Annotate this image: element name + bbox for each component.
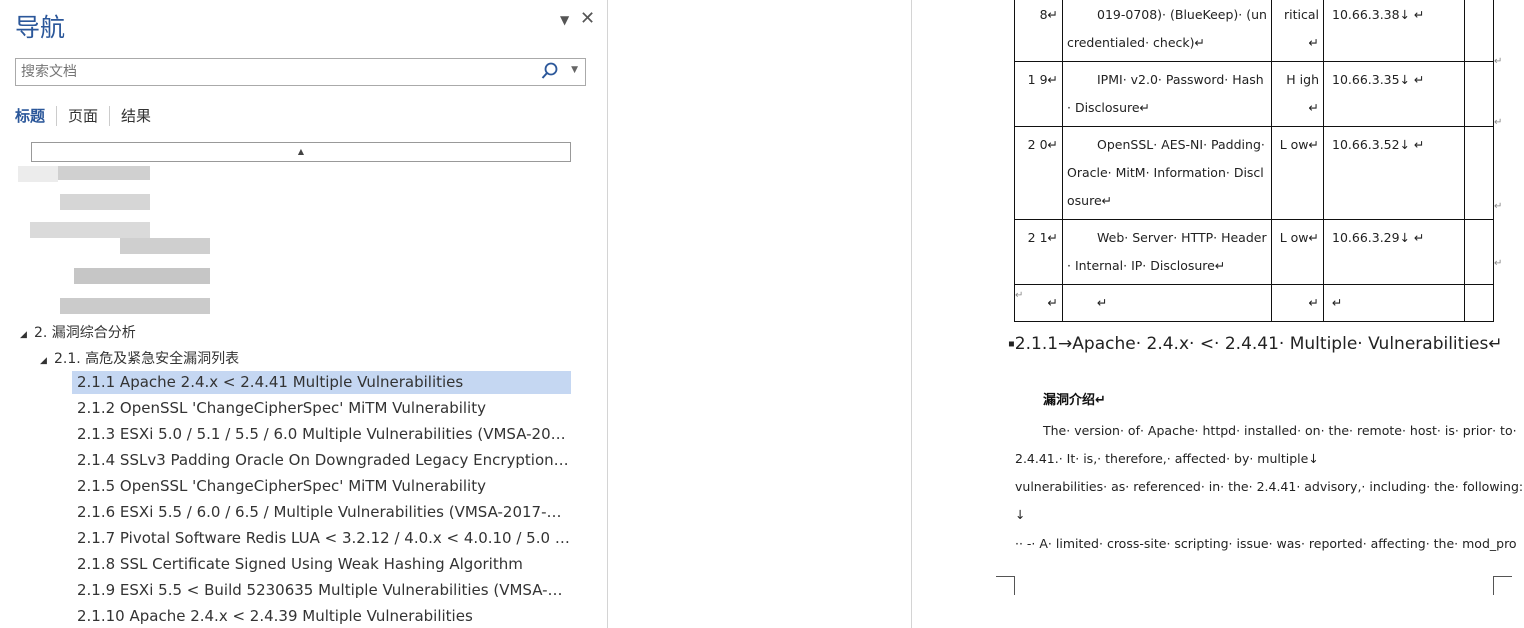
table-row: 8↵ 019-0708)· (BlueKeep)· (uncredentialed…: [1014, 0, 1494, 62]
nav-options-dropdown-icon[interactable]: ▼: [560, 13, 569, 27]
table-row: 2 0↵ OpenSSL· AES-NI· Padding· Oracle· Mi…: [1014, 126, 1494, 220]
table-row: 1 9↵ IPMI· v2.0· Password· Hash· Disclosu…: [1014, 61, 1494, 127]
section-heading-text: 2.1.1→Apache· 2.4.x· <· 2.4.41· Multiple…: [1014, 334, 1503, 354]
table-cell-ip[interactable]: 10.66.3.29↓ ↵: [1323, 219, 1465, 285]
close-icon[interactable]: ✕: [580, 8, 595, 29]
tree-item-2-1-3[interactable]: 2.1.3 ESXi 5.0 / 5.1 / 5.5 / 6.0 Multipl…: [77, 423, 571, 446]
paragraph-mark: ↵: [1015, 290, 1024, 301]
tab-results[interactable]: 结果: [109, 106, 162, 126]
page-corner-mark: [1493, 576, 1512, 595]
table-cell-empty[interactable]: [1464, 0, 1494, 62]
scroll-up-button[interactable]: ▲: [31, 142, 571, 162]
navigation-pane: 导航 ▼ ✕ ▼ 标题 页面 结果 ▲ ◢2. 漏洞综合分析 ◢2.1. 高危及…: [0, 0, 608, 628]
tree-item-2-1-1[interactable]: 2.1.1 Apache 2.4.x < 2.4.41 Multiple Vul…: [72, 371, 571, 394]
tab-pages[interactable]: 页面: [56, 106, 109, 126]
row-end-mark: ↵: [1494, 117, 1503, 128]
nav-title: 导航: [15, 13, 66, 42]
row-end-mark: ↵: [1494, 258, 1503, 269]
body-line: The· version· of· Apache· httpd· install…: [1043, 423, 1517, 438]
collapse-triangle-icon[interactable]: ◢: [40, 356, 54, 366]
body-line: vulnerabilities· as· referenced· in· the…: [1015, 479, 1524, 494]
table-cell-name[interactable]: ↵: [1062, 284, 1272, 322]
bullet-mark: ▪: [1008, 338, 1015, 350]
table-row: 2 1↵ Web· Server· HTTP· Header· Internal·…: [1014, 219, 1494, 285]
tree-heading-2-1-label: 2.1. 高危及紧急安全漏洞列表: [54, 351, 240, 367]
table-cell-empty[interactable]: [1464, 61, 1494, 127]
table-cell-name[interactable]: Web· Server· HTTP· Header· Internal· IP·…: [1062, 219, 1272, 285]
table-cell-level[interactable]: L ow↵: [1271, 126, 1324, 220]
table-cell-name[interactable]: OpenSSL· AES-NI· Padding· Oracle· MitM· …: [1062, 126, 1272, 220]
table-cell-level[interactable]: H igh↵: [1271, 61, 1324, 127]
body-line: 2.4.41.· It· is,· therefore,· affected· …: [1015, 451, 1319, 466]
table-cell-no[interactable]: 2 0↵: [1014, 126, 1063, 220]
search-options-icon[interactable]: ▼: [571, 65, 578, 75]
table-cell-empty[interactable]: [1464, 284, 1494, 322]
table-cell-level[interactable]: ritical↵: [1271, 0, 1324, 62]
vuln-intro-title: 漏洞介绍↵: [1043, 393, 1106, 408]
table-row: ↵ ↵ ↵ ↵: [1014, 284, 1494, 322]
row-end-mark: ↵: [1494, 201, 1503, 212]
tree-item-2-1-2[interactable]: 2.1.2 OpenSSL 'ChangeCipherSpec' MiTM Vu…: [77, 397, 571, 420]
table-cell-empty[interactable]: [1464, 219, 1494, 285]
table-cell-ip[interactable]: 10.66.3.38↓ ↵: [1323, 0, 1465, 62]
table-cell-no[interactable]: 8↵: [1014, 0, 1063, 62]
table-cell-level[interactable]: ↵: [1271, 284, 1324, 322]
search-box[interactable]: ▼: [15, 58, 586, 86]
collapse-triangle-icon[interactable]: ◢: [20, 330, 34, 340]
table-cell-no[interactable]: 2 1↵: [1014, 219, 1063, 285]
search-icon[interactable]: [541, 62, 559, 84]
row-end-mark: ↵: [1494, 56, 1503, 67]
tree-item-2-1-8[interactable]: 2.1.8 SSL Certificate Signed Using Weak …: [77, 553, 571, 576]
tree-heading-2-label: 2. 漏洞综合分析: [34, 325, 136, 341]
table-cell-ip[interactable]: 10.66.3.35↓ ↵: [1323, 61, 1465, 127]
table-cell-ip[interactable]: 10.66.3.52↓ ↵: [1323, 126, 1465, 220]
tree-item-2-1-9[interactable]: 2.1.9 ESXi 5.5 < Build 5230635 Multiple …: [77, 579, 571, 602]
tree-heading-2[interactable]: ◢ 2. 漏洞综合分析: [20, 322, 136, 342]
tree-heading-2-1[interactable]: ◢ 2.1. 高危及紧急安全漏洞列表: [40, 348, 239, 368]
tree-item-2-1-10[interactable]: 2.1.10 Apache 2.4.x < 2.4.39 Multiple Vu…: [77, 605, 571, 628]
tree-item-2-1-4[interactable]: 2.1.4 SSLv3 Padding Oracle On Downgraded…: [77, 449, 571, 472]
search-input[interactable]: [19, 63, 543, 81]
body-line: ·· -· A· limited· cross-site· scripting·…: [1015, 536, 1517, 551]
body-line: ↓: [1015, 507, 1026, 522]
workspace-gap: [608, 0, 911, 628]
tree-item-2-1-5[interactable]: 2.1.5 OpenSSL 'ChangeCipherSpec' MiTM Vu…: [77, 475, 571, 498]
table-cell-name[interactable]: 019-0708)· (BlueKeep)· (uncredentialed· …: [1062, 0, 1272, 62]
tab-headings[interactable]: 标题: [15, 106, 56, 126]
page-corner-mark: [996, 576, 1015, 595]
table-cell-level[interactable]: L ow↵: [1271, 219, 1324, 285]
table-cell-empty[interactable]: [1464, 126, 1494, 220]
tree-item-2-1-6[interactable]: 2.1.6 ESXi 5.5 / 6.0 / 6.5 / Multiple Vu…: [77, 501, 571, 524]
nav-tabs: 标题 页面 结果: [15, 106, 162, 126]
tree-item-2-1-7[interactable]: 2.1.7 Pivotal Software Redis LUA < 3.2.1…: [77, 527, 571, 550]
table-cell-ip[interactable]: ↵: [1323, 284, 1465, 322]
section-heading[interactable]: ▪2.1.1→Apache· 2.4.x· <· 2.4.41· Multipl…: [1008, 334, 1503, 354]
vulnerability-table: 8↵ 019-0708)· (BlueKeep)· (uncredentialed…: [1014, 0, 1494, 322]
table-cell-name[interactable]: IPMI· v2.0· Password· Hash· Disclosure↵: [1062, 61, 1272, 127]
document-page[interactable]: 8↵ 019-0708)· (BlueKeep)· (uncredentialed…: [911, 0, 1524, 628]
table-cell-no[interactable]: 1 9↵: [1014, 61, 1063, 127]
